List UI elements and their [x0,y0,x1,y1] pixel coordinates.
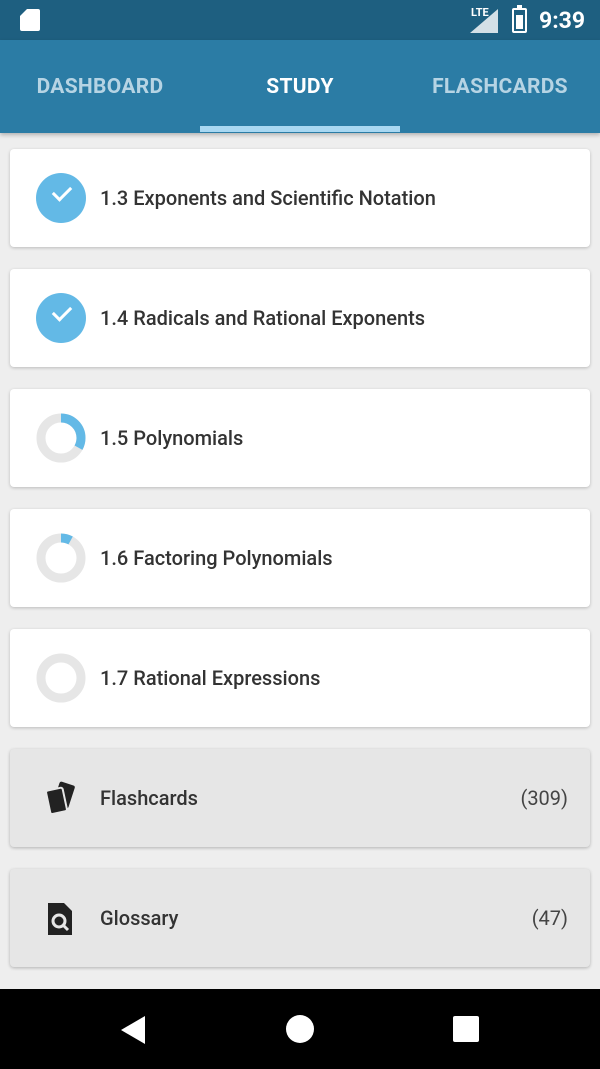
active-tab-indicator [200,126,400,132]
home-icon[interactable] [286,1015,314,1043]
flashcards-count: (309) [520,786,568,810]
back-icon[interactable] [121,1016,145,1044]
section-card[interactable]: 1.5 Polynomials [10,389,590,487]
glossary-card[interactable]: Glossary (47) [10,869,590,967]
section-title: 1.3 Exponents and Scientific Notation [100,186,436,210]
tab-study[interactable]: STUDY [200,40,400,133]
progress-ring-icon [36,533,86,583]
section-title: 1.7 Rational Expressions [100,666,321,690]
flashcards-icon [45,781,75,816]
section-card[interactable]: 1.3 Exponents and Scientific Notation [10,149,590,247]
section-card[interactable]: 1.7 Rational Expressions [10,629,590,727]
flashcards-label: Flashcards [100,786,198,810]
tab-dashboard[interactable]: DASHBOARD [0,40,200,133]
tab-bar: DASHBOARD STUDY FLASHCARDS [0,40,600,133]
flashcards-card[interactable]: Flashcards (309) [10,749,590,847]
network-type: LTE [471,6,489,19]
progress-ring-icon [36,653,86,703]
section-title: 1.6 Factoring Polynomials [100,546,333,570]
section-title: 1.4 Radicals and Rational Exponents [100,306,426,330]
sim-card-icon [20,9,40,31]
completed-check-icon [36,293,86,343]
system-navigation-bar [0,989,600,1069]
completed-check-icon [36,173,86,223]
section-card[interactable]: 1.6 Factoring Polynomials [10,509,590,607]
recents-icon[interactable] [453,1016,479,1042]
glossary-count: (47) [531,906,568,930]
progress-ring-icon [36,413,86,463]
tab-flashcards[interactable]: FLASHCARDS [400,40,600,133]
battery-icon [512,5,527,33]
glossary-icon [48,903,72,935]
clock: 9:39 [539,7,586,34]
section-title: 1.5 Polynomials [100,426,244,450]
status-bar: LTE 9:39 [0,0,600,40]
glossary-label: Glossary [100,906,179,930]
section-card[interactable]: 1.4 Radicals and Rational Exponents [10,269,590,367]
